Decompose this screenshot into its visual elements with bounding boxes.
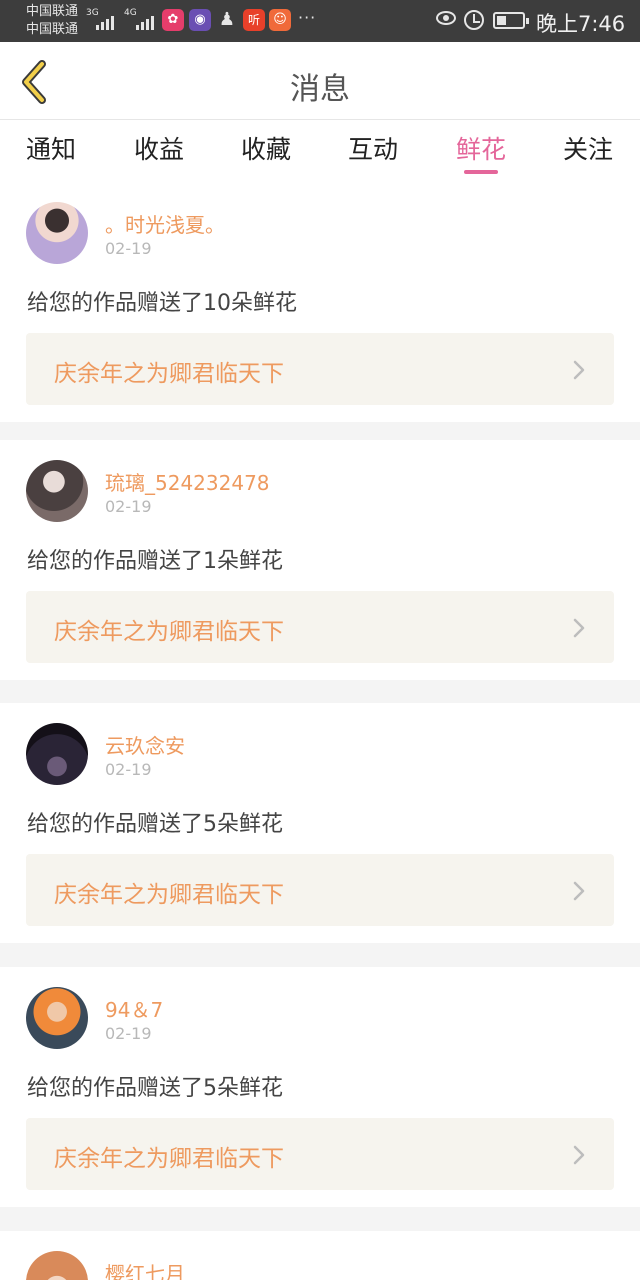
battery-icon bbox=[493, 12, 529, 29]
signal-strength-icon bbox=[96, 12, 114, 30]
username[interactable]: 。时光浅夏。 bbox=[105, 209, 225, 238]
network-type-2: 4G bbox=[124, 8, 137, 18]
list-item: 樱红七月 bbox=[0, 1231, 640, 1280]
clock: 晚上7:46 bbox=[536, 12, 626, 36]
tab-flowers[interactable]: 鲜花 bbox=[456, 130, 506, 166]
chevron-right-icon bbox=[573, 360, 585, 380]
avatar[interactable] bbox=[26, 1251, 88, 1280]
carrier-labels: 中国联通 中国联通 bbox=[26, 3, 78, 39]
tab-notifications[interactable]: 通知 bbox=[26, 130, 76, 166]
username[interactable]: 琉璃_524232478 bbox=[105, 467, 270, 496]
tab-bar: 通知 收益 收藏 互动 鲜花 关注 bbox=[0, 120, 640, 182]
more-notifications-icon: ··· bbox=[298, 8, 317, 27]
work-link[interactable]: 庆余年之为卿君临天下 bbox=[26, 333, 614, 405]
date: 02-19 bbox=[105, 1024, 152, 1043]
signal-strength-icon-2 bbox=[136, 12, 154, 30]
app-notification-icon-2: ◉ bbox=[189, 9, 211, 31]
tab-favorites[interactable]: 收藏 bbox=[241, 130, 291, 166]
eye-comfort-icon bbox=[436, 11, 456, 25]
message-text: 给您的作品赠送了5朵鲜花 bbox=[27, 1076, 283, 1101]
nav-bar: 消息 bbox=[0, 42, 640, 120]
tab-earnings[interactable]: 收益 bbox=[134, 130, 184, 166]
work-title: 庆余年之为卿君临天下 bbox=[54, 1146, 284, 1172]
chevron-right-icon bbox=[573, 618, 585, 638]
work-title: 庆余年之为卿君临天下 bbox=[54, 619, 284, 645]
carrier-2: 中国联通 bbox=[26, 22, 79, 37]
app-notification-icon-3: ☺ bbox=[269, 9, 291, 31]
qq-penguin-icon: ♟ bbox=[218, 9, 236, 30]
list-item: 。时光浅夏。 02-19 给您的作品赠送了10朵鲜花 庆余年之为卿君临天下 bbox=[0, 182, 640, 422]
date: 02-19 bbox=[105, 760, 152, 779]
work-link[interactable]: 庆余年之为卿君临天下 bbox=[26, 591, 614, 663]
list-item: 94＆7 02-19 给您的作品赠送了5朵鲜花 庆余年之为卿君临天下 bbox=[0, 967, 640, 1207]
tab-follows[interactable]: 关注 bbox=[563, 130, 613, 166]
alarm-icon bbox=[464, 10, 484, 30]
username[interactable]: 樱红七月 bbox=[105, 1258, 185, 1280]
status-bar: 中国联通 中国联通 3G 4G ✿ ◉ ♟ 听 ☺ ··· 晚上7:46 bbox=[0, 0, 640, 42]
avatar[interactable] bbox=[26, 987, 88, 1049]
list-item: 琉璃_524232478 02-19 给您的作品赠送了1朵鲜花 庆余年之为卿君临… bbox=[0, 440, 640, 680]
username[interactable]: 94＆7 bbox=[105, 994, 163, 1023]
chevron-right-icon bbox=[573, 881, 585, 901]
page-title: 消息 bbox=[290, 72, 350, 107]
avatar[interactable] bbox=[26, 202, 88, 264]
active-tab-indicator bbox=[464, 170, 498, 174]
chevron-right-icon bbox=[573, 1145, 585, 1165]
avatar[interactable] bbox=[26, 460, 88, 522]
date: 02-19 bbox=[105, 239, 152, 258]
tab-interactions[interactable]: 互动 bbox=[348, 130, 398, 166]
work-title: 庆余年之为卿君临天下 bbox=[54, 882, 284, 908]
work-title: 庆余年之为卿君临天下 bbox=[54, 361, 284, 387]
message-text: 给您的作品赠送了10朵鲜花 bbox=[27, 291, 297, 316]
work-link[interactable]: 庆余年之为卿君临天下 bbox=[26, 854, 614, 926]
work-link[interactable]: 庆余年之为卿君临天下 bbox=[26, 1118, 614, 1190]
message-text: 给您的作品赠送了1朵鲜花 bbox=[27, 549, 283, 574]
ting-app-icon: 听 bbox=[243, 9, 265, 31]
date: 02-19 bbox=[105, 497, 152, 516]
avatar[interactable] bbox=[26, 723, 88, 785]
app-notification-icon-1: ✿ bbox=[162, 9, 184, 31]
carrier-1: 中国联通 bbox=[26, 4, 79, 19]
message-text: 给您的作品赠送了5朵鲜花 bbox=[27, 812, 283, 837]
list-item: 云玖念安 02-19 给您的作品赠送了5朵鲜花 庆余年之为卿君临天下 bbox=[0, 703, 640, 943]
username[interactable]: 云玖念安 bbox=[105, 730, 185, 759]
